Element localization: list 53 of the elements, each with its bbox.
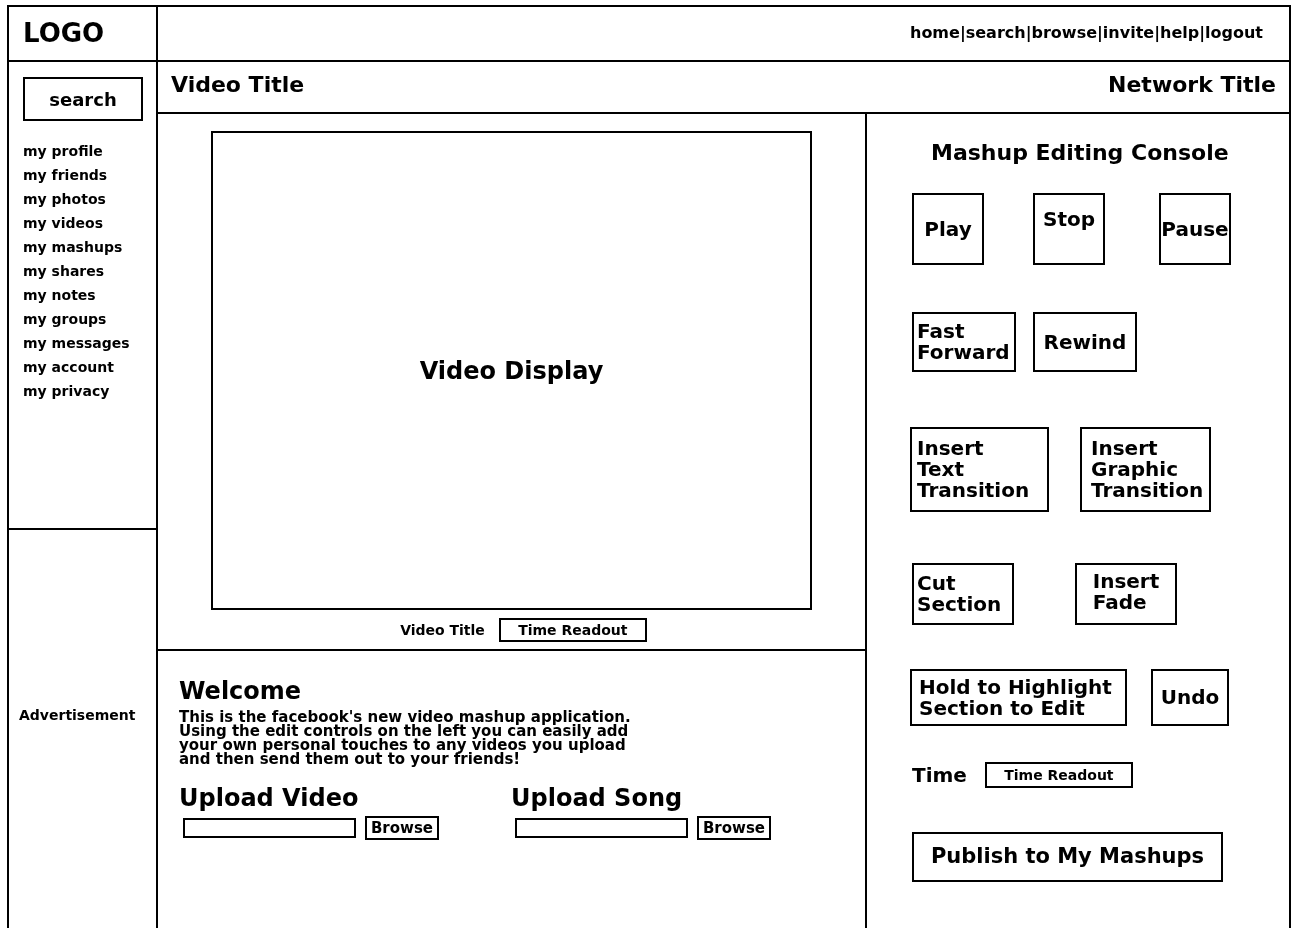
nav-link[interactable]: home xyxy=(910,21,960,45)
video-title: Video Title xyxy=(171,70,305,99)
console-button[interactable]: Cut Section xyxy=(912,563,1014,625)
browse-button[interactable]: Browse xyxy=(697,816,771,840)
video-display: Video Display xyxy=(211,131,812,610)
nav-separator: | xyxy=(1025,22,1032,44)
welcome-heading: Welcome xyxy=(179,677,303,705)
logo: LOGO xyxy=(23,17,105,50)
advertisement-label: Advertisement xyxy=(19,707,136,723)
sidebar-link[interactable]: my profile xyxy=(23,141,103,161)
search-button[interactable]: search xyxy=(23,77,143,121)
console-button[interactable]: Fast Forward xyxy=(912,312,1016,372)
video-caption: Video Title xyxy=(400,620,485,640)
file-input-field[interactable] xyxy=(515,818,688,838)
sidebar-link[interactable]: my videos xyxy=(23,213,103,233)
console-button[interactable]: Insert Text Transition xyxy=(910,427,1049,512)
sidebar-link[interactable]: my photos xyxy=(23,189,106,209)
welcome-text: This is the facebook's new video mashup application. Using the edit controls on the left you can easily add your own personal touches to any videos you upload and then send them out to your friends! xyxy=(179,710,631,766)
sidebar-link[interactable]: my privacy xyxy=(23,381,110,401)
sidebar-link[interactable]: my messages xyxy=(23,333,130,353)
nav-link[interactable]: browse xyxy=(1031,21,1097,45)
sidebar-link[interactable]: my account xyxy=(23,357,114,377)
browse-button[interactable]: Browse xyxy=(365,816,439,840)
nav-separator: | xyxy=(959,22,966,44)
sidebar-link[interactable]: my friends xyxy=(23,165,108,185)
nav-link[interactable]: help xyxy=(1160,21,1200,45)
file-input-field[interactable] xyxy=(183,818,356,838)
console-button[interactable]: Insert Fade xyxy=(1075,563,1177,625)
sidebar-link[interactable]: my notes xyxy=(23,285,96,305)
time-readout: Time Readout xyxy=(498,618,647,642)
sidebar-link[interactable]: my shares xyxy=(23,261,105,281)
sidebar-link[interactable]: my groups xyxy=(23,309,107,329)
nav-link[interactable]: search xyxy=(965,21,1026,45)
console-button[interactable]: Hold to Highlight Section to Edit xyxy=(910,669,1127,726)
console-button[interactable]: Undo xyxy=(1151,669,1229,726)
upload-label: Upload Song xyxy=(511,784,683,812)
nav-link[interactable]: invite xyxy=(1102,21,1155,45)
console-button[interactable]: Play xyxy=(912,193,984,265)
publish-button[interactable]: Publish to My Mashups xyxy=(912,832,1223,882)
network-title: Network Title xyxy=(1108,70,1276,99)
nav-link[interactable]: logout xyxy=(1205,21,1263,45)
console-button[interactable]: Insert Graphic Transition xyxy=(1080,427,1211,512)
nav-separator: | xyxy=(1097,22,1103,44)
console-button[interactable]: Stop xyxy=(1033,193,1105,265)
console-button[interactable]: Rewind xyxy=(1033,312,1137,372)
upload-label: Upload Video xyxy=(179,784,359,812)
console-button[interactable]: Pause xyxy=(1159,193,1231,265)
time-label: Time xyxy=(912,762,967,789)
time-readout: Time Readout xyxy=(984,762,1133,788)
console-title: Mashup Editing Console xyxy=(931,139,1229,167)
nav-separator: | xyxy=(1199,22,1206,44)
sidebar-link[interactable]: my mashups xyxy=(23,237,123,257)
nav-separator: | xyxy=(1154,22,1160,44)
